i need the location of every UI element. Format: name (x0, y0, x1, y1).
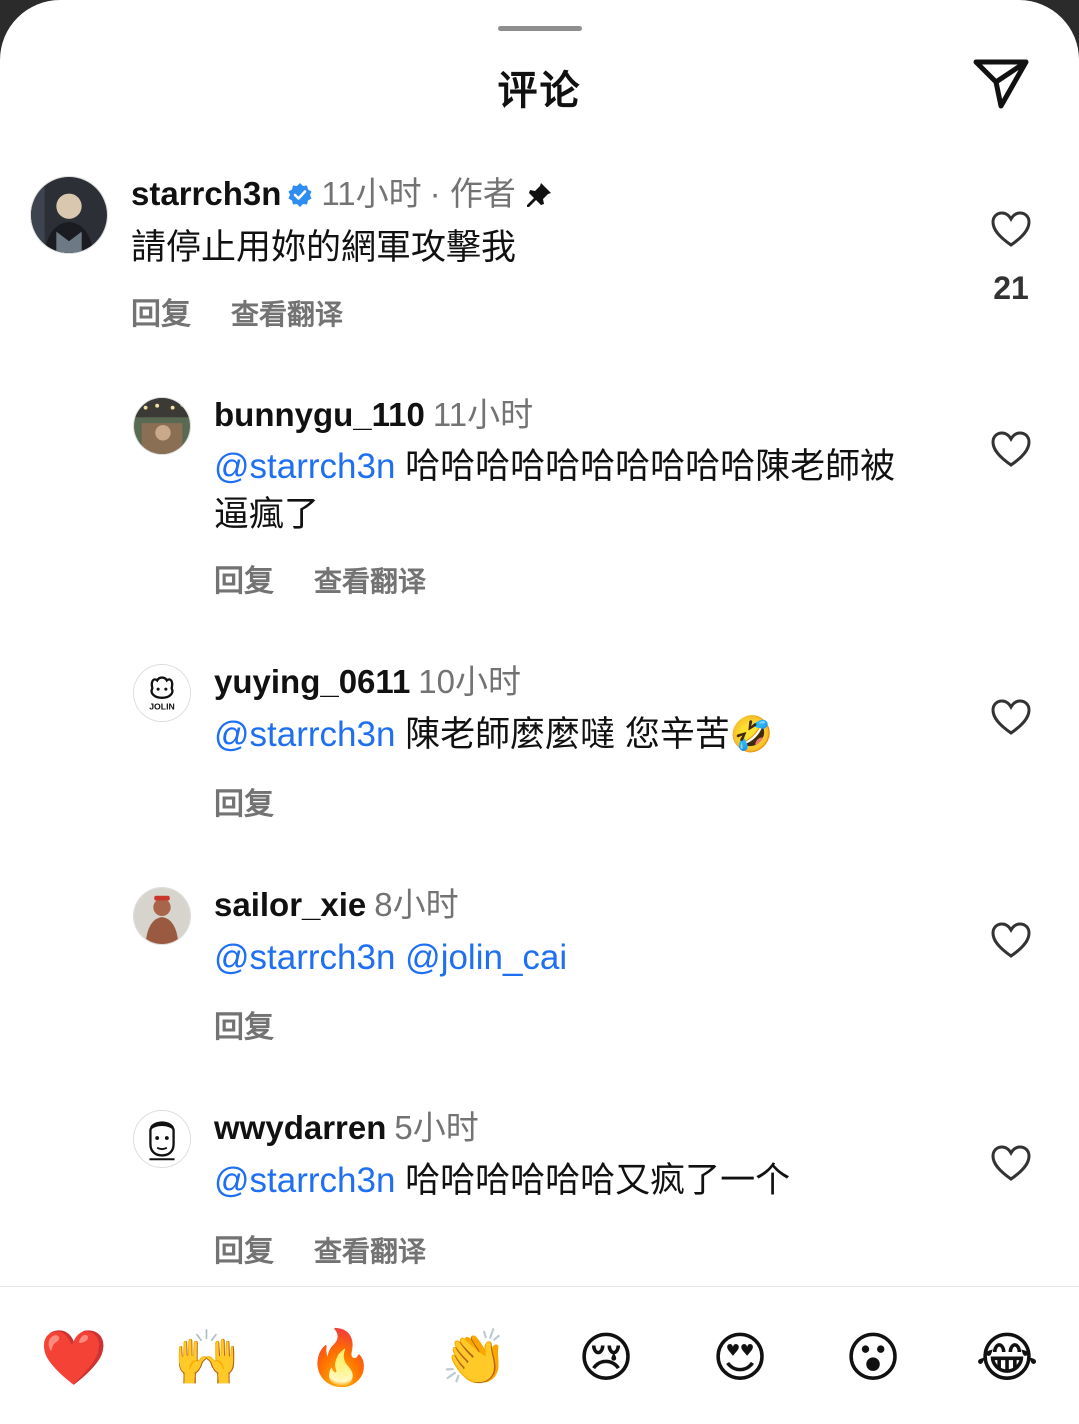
reply-button[interactable]: 回复 (214, 565, 274, 598)
send-icon[interactable] (970, 56, 1032, 112)
clapping-hands-emoji-button[interactable]: 👏 (441, 1326, 508, 1390)
translate-button[interactable]: 查看翻译 (314, 1236, 426, 1267)
avatar[interactable] (30, 176, 108, 254)
avatar[interactable]: JOLIN (133, 664, 191, 722)
avatar[interactable] (133, 887, 191, 945)
username[interactable]: starrch3n (131, 175, 281, 212)
translate-button[interactable]: 查看翻译 (231, 299, 343, 330)
avatar[interactable] (133, 1110, 191, 1168)
username[interactable]: bunnygu_110 (214, 396, 425, 433)
comment-time: 11小时 (321, 175, 422, 212)
reply-button[interactable]: 回复 (131, 298, 191, 331)
comment-text: 請停止用妳的網軍攻擊我 (131, 228, 517, 267)
username[interactable]: wwydarren (214, 1109, 386, 1146)
sheet-drag-handle[interactable] (498, 26, 582, 31)
tears-of-joy-emoji-button[interactable]: 😂 (975, 1326, 1039, 1390)
comment-time: 5小时 (394, 1109, 479, 1146)
username[interactable]: sailor_xie (214, 886, 366, 923)
like-heart-icon[interactable] (990, 921, 1032, 959)
like-heart-icon[interactable] (990, 210, 1032, 248)
username[interactable]: yuying_0611 (214, 663, 410, 700)
like-count: 21 (993, 270, 1029, 306)
page-title: 评论 (497, 69, 582, 113)
author-tag: · 作者 (429, 175, 516, 212)
comment-text: 哈哈哈哈哈哈又疯了一个 (395, 1161, 791, 1200)
comment-time: 10小时 (418, 663, 522, 700)
raising-hands-emoji-button[interactable]: 🙌 (173, 1326, 240, 1390)
mention-link[interactable]: @jolin_cai (395, 938, 567, 977)
comment-time: 8小时 (374, 886, 459, 923)
mention-link[interactable]: @starrch3n (214, 447, 395, 486)
avatar[interactable] (133, 397, 191, 455)
like-heart-icon[interactable] (990, 698, 1032, 736)
reply-button[interactable]: 回复 (214, 788, 274, 821)
verified-badge-icon (288, 183, 312, 207)
mention-link[interactable]: @starrch3n (214, 938, 395, 977)
heart-eyes-emoji-button[interactable]: 😍 (708, 1326, 772, 1390)
like-heart-icon[interactable] (990, 1144, 1032, 1182)
mention-link[interactable]: @starrch3n (214, 715, 395, 754)
avatar-logo-text: JOLIN (149, 701, 175, 711)
comment-text: 陳老師麼麼噠 您辛苦🤣 (395, 715, 774, 754)
crying-face-emoji-button[interactable]: 😢 (574, 1326, 638, 1390)
like-heart-icon[interactable] (990, 430, 1032, 468)
reply-button[interactable]: 回复 (214, 1235, 274, 1268)
pin-icon (526, 183, 551, 207)
emoji-reaction-bar (0, 1286, 1079, 1424)
surprised-face-emoji-button[interactable]: 😮 (841, 1326, 905, 1390)
comments-sheet: 评论 starrch3n 11小时 · 作者 請停止用妳的網軍攻擊我 回复 查看翻译 … (0, 0, 1079, 1424)
comment-time: 11小时 (432, 396, 534, 433)
translate-button[interactable]: 查看翻译 (314, 566, 426, 597)
reply-button[interactable]: 回复 (214, 1011, 274, 1044)
mention-link[interactable]: @starrch3n (214, 1161, 395, 1200)
red-heart-emoji-button[interactable]: ❤️ (40, 1326, 107, 1390)
fire-emoji-button[interactable]: 🔥 (307, 1326, 374, 1390)
